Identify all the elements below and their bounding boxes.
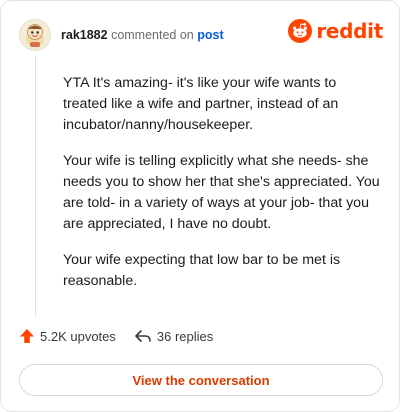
username-link[interactable]: rak1882: [61, 28, 108, 42]
upvote-arrow-icon: [20, 329, 34, 343]
reddit-logo[interactable]: reddit: [288, 19, 383, 43]
thread-line: [35, 55, 36, 317]
avatar[interactable]: [19, 19, 51, 51]
view-conversation-button[interactable]: View the conversation: [19, 364, 383, 396]
snoo-avatar-icon: [26, 24, 44, 47]
upvote-count: 5.2K upvotes: [40, 328, 116, 344]
comment-card: rak1882 commented on post reddit YTA It'…: [0, 0, 400, 412]
action-text: commented on: [111, 28, 194, 42]
reply-count: 36 replies: [156, 328, 214, 344]
upvote-stat[interactable]: 5.2K upvotes: [19, 328, 116, 344]
comment-stats: 5.2K upvotes 36 replies: [19, 328, 213, 344]
post-link[interactable]: post: [197, 28, 223, 42]
comment-body: YTA It's amazing- it's like your wife wa…: [63, 73, 381, 307]
comment-meta: rak1882 commented on post: [61, 28, 224, 42]
reddit-wordmark: reddit: [316, 19, 383, 43]
comment-paragraph: Your wife expecting that low bar to be m…: [63, 252, 341, 289]
reddit-snoo-icon: [288, 19, 313, 43]
reply-stat[interactable]: 36 replies: [134, 328, 213, 344]
comment-paragraph: YTA It's amazing- it's like your wife wa…: [63, 75, 339, 133]
reply-arrow-icon: [135, 330, 151, 342]
comment-paragraph: Your wife is telling explicitly what she…: [63, 153, 380, 232]
comment-header: rak1882 commented on post reddit: [19, 15, 383, 55]
